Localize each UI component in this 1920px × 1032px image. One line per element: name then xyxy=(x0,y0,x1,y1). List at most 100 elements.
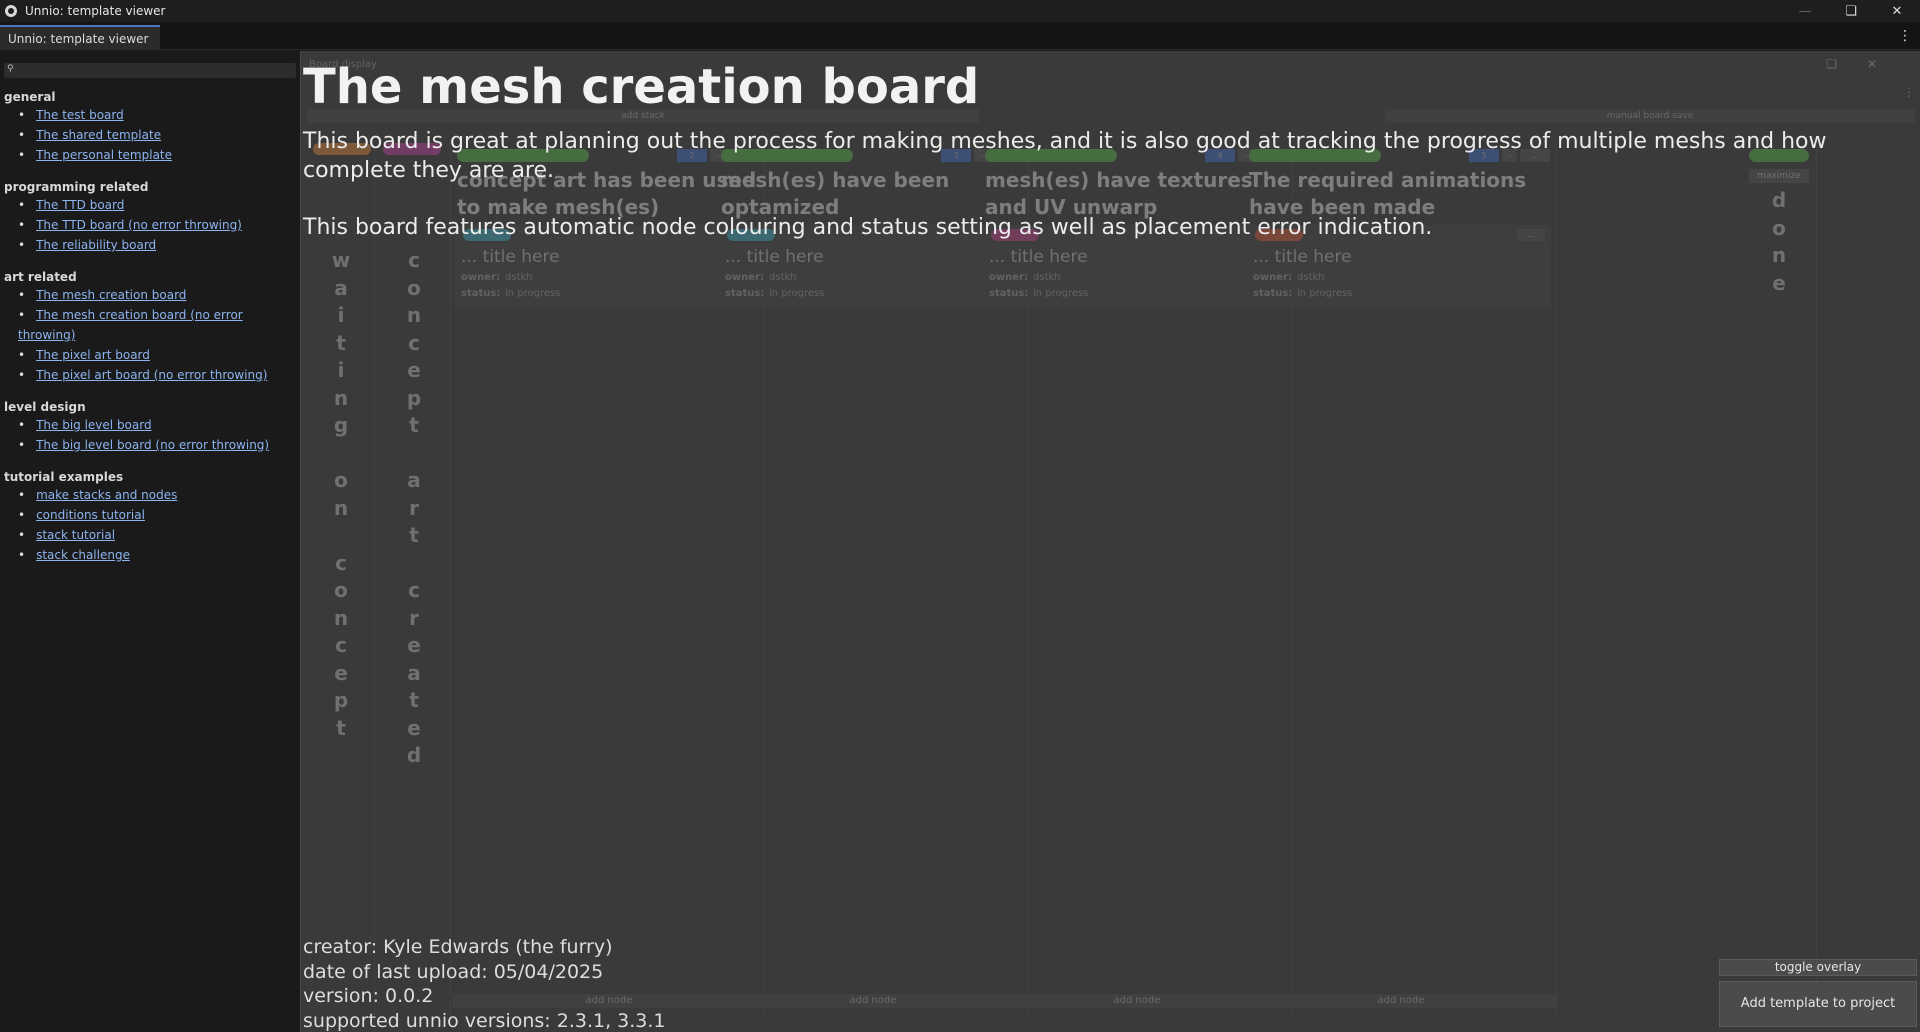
stack-vertical-title: w a i t i n g o n c o n c e p t xyxy=(331,248,351,740)
sidebar-section: level designThe big level boardThe big l… xyxy=(4,399,296,455)
supported-versions-text: supported unnio versions: 2.3.1, 3.3.1 xyxy=(303,1009,666,1032)
template-link[interactable]: conditions tutorial xyxy=(36,508,145,522)
status-value: in progress xyxy=(769,288,825,299)
tab-bar: Unnio: template viewer ⋮ xyxy=(0,22,1920,50)
sidebar-section: tutorial examples make stacks and nodes co… xyxy=(4,469,296,565)
template-link[interactable]: The mesh creation board (no error throwi… xyxy=(18,308,243,342)
template-list: general The test board The shared template… xyxy=(4,89,296,579)
owner-value[interactable]: dstkh xyxy=(1033,272,1061,283)
node-status: status: in progress xyxy=(989,288,1088,299)
template-link[interactable]: stack challenge xyxy=(36,548,130,562)
stack-done: maximize d o n e xyxy=(1743,147,1817,1017)
list-item: conditions tutorial xyxy=(18,505,296,525)
sidebar-section: general The test board The shared template… xyxy=(4,89,296,165)
upload-date-text: date of last upload: 05/04/2025 xyxy=(303,960,604,983)
section-title: art related xyxy=(4,270,77,284)
list-item: make stacks and nodes xyxy=(18,485,296,505)
section-title: general xyxy=(4,90,56,104)
status-label: status: xyxy=(1253,288,1293,299)
template-link[interactable]: The big level board xyxy=(36,418,152,432)
status-value: in progress xyxy=(505,288,561,299)
template-link[interactable]: The pixel art board (no error throwing) xyxy=(36,368,267,382)
add-template-button[interactable]: Add template to project xyxy=(1719,981,1917,1027)
window-title: Unnio: template viewer xyxy=(25,4,166,18)
version-text: version: 0.0.2 xyxy=(303,985,434,1007)
stack-vertical-title: c o n c e p t a r t c r e a t e d xyxy=(406,248,422,767)
link-list: The mesh creation board The mesh creation… xyxy=(4,285,296,385)
close-icon[interactable]: ✕ xyxy=(1874,0,1920,22)
board-viewer: Board display ❏✕ ⋮ add stack manual boar… xyxy=(300,51,1920,1032)
template-link[interactable]: The test board xyxy=(36,108,124,122)
template-link[interactable]: stack tutorial xyxy=(36,528,115,542)
restore-icon[interactable]: ❏ xyxy=(1828,0,1874,22)
list-item: The shared template xyxy=(18,125,296,145)
owner-value[interactable]: dstkh xyxy=(1297,272,1325,283)
search-icon: ⚲ xyxy=(7,64,14,74)
list-item: The pixel art board xyxy=(18,345,296,365)
template-link[interactable]: The TTD board (no error throwing) xyxy=(36,218,242,232)
link-list: make stacks and nodes conditions tutorial… xyxy=(4,485,296,565)
list-item: The mesh creation board (no error throwi… xyxy=(18,305,296,345)
template-link[interactable]: make stacks and nodes xyxy=(36,488,177,502)
template-title: The mesh creation board xyxy=(303,59,980,115)
owner-label: owner: xyxy=(725,272,764,283)
section-title: programming related xyxy=(4,180,149,194)
status-label: status: xyxy=(461,288,501,299)
stack-column: 5-... The required animations have been m… xyxy=(1245,147,1557,1017)
node-status: status: in progress xyxy=(725,288,824,299)
stack-waiting-on-concept: w a i t i n g o n c o n c e p t xyxy=(307,141,375,1021)
node-status: status: in progress xyxy=(1253,288,1352,299)
list-item: The mesh creation board xyxy=(18,285,296,305)
template-link[interactable]: The shared template xyxy=(36,128,161,142)
status-value: in progress xyxy=(1033,288,1089,299)
list-item: stack challenge xyxy=(18,545,296,565)
list-item: The TTD board (no error throwing) xyxy=(18,215,296,235)
template-link[interactable]: The personal template xyxy=(36,148,172,162)
section-title: level design xyxy=(4,400,86,414)
node-owner: owner: dstkh xyxy=(725,272,797,283)
more-menu-icon[interactable]: ⋮ xyxy=(1898,28,1912,44)
list-item: The TTD board xyxy=(18,195,296,215)
status-label: status: xyxy=(989,288,1029,299)
sidebar-section: programming relatedThe TTD boardThe TTD … xyxy=(4,179,296,255)
template-link[interactable]: The pixel art board xyxy=(36,348,150,362)
status-label: status: xyxy=(725,288,765,299)
template-description: This board is great at planning out the … xyxy=(303,127,1903,270)
list-item: The big level board (no error throwing) xyxy=(18,435,296,455)
add-node-button[interactable]: add node xyxy=(1245,994,1557,1008)
board-window-controls: ❏✕ xyxy=(1826,57,1907,71)
sidebar-section: art relatedThe mesh creation boardThe me… xyxy=(4,269,296,385)
minimize-icon[interactable]: — xyxy=(1782,0,1828,22)
list-item: The big level board xyxy=(18,415,296,435)
app-logo-icon xyxy=(5,5,17,17)
owner-label: owner: xyxy=(989,272,1028,283)
link-list: The TTD board The TTD board (no error thr… xyxy=(4,195,296,255)
template-link[interactable]: The reliability board xyxy=(36,238,156,252)
owner-value[interactable]: dstkh xyxy=(505,272,533,283)
owner-label: owner: xyxy=(1253,272,1292,283)
creator-text: creator: Kyle Edwards (the furry) xyxy=(303,936,613,958)
toggle-overlay-button[interactable]: toggle overlay xyxy=(1719,959,1917,976)
description-paragraph: This board is great at planning out the … xyxy=(303,129,1827,183)
link-list: The test board The shared template The per… xyxy=(4,105,296,165)
template-link[interactable]: The mesh creation board xyxy=(36,288,186,302)
template-link[interactable]: The big level board (no error throwing) xyxy=(36,438,269,452)
link-list: The big level board The big level board (… xyxy=(4,415,296,455)
sidebar: ⚲ general The test board The shared templa… xyxy=(0,51,300,1032)
section-title: tutorial examples xyxy=(4,470,124,484)
list-item: The test board xyxy=(18,105,296,125)
tab-template-viewer[interactable]: Unnio: template viewer xyxy=(0,25,160,50)
window-controls: — ❏ ✕ xyxy=(1782,0,1920,22)
search-input[interactable]: ⚲ xyxy=(4,63,296,78)
stack-concept-art-created: c o n c e p t a r t c r e a t e d xyxy=(377,141,451,1021)
board-menu-icon[interactable]: ⋮ xyxy=(1903,85,1915,99)
node-owner: owner: dstkh xyxy=(1253,272,1325,283)
owner-value[interactable]: dstkh xyxy=(769,272,797,283)
node-owner: owner: dstkh xyxy=(989,272,1061,283)
title-bar: Unnio: template viewer — ❏ ✕ xyxy=(0,0,1920,22)
template-link[interactable]: The TTD board xyxy=(36,198,124,212)
manual-save-button[interactable]: manual board save xyxy=(1385,109,1915,123)
description-paragraph: This board features automatic node colou… xyxy=(303,215,1433,240)
list-item: stack tutorial xyxy=(18,525,296,545)
node-owner: owner: dstkh xyxy=(461,272,533,283)
